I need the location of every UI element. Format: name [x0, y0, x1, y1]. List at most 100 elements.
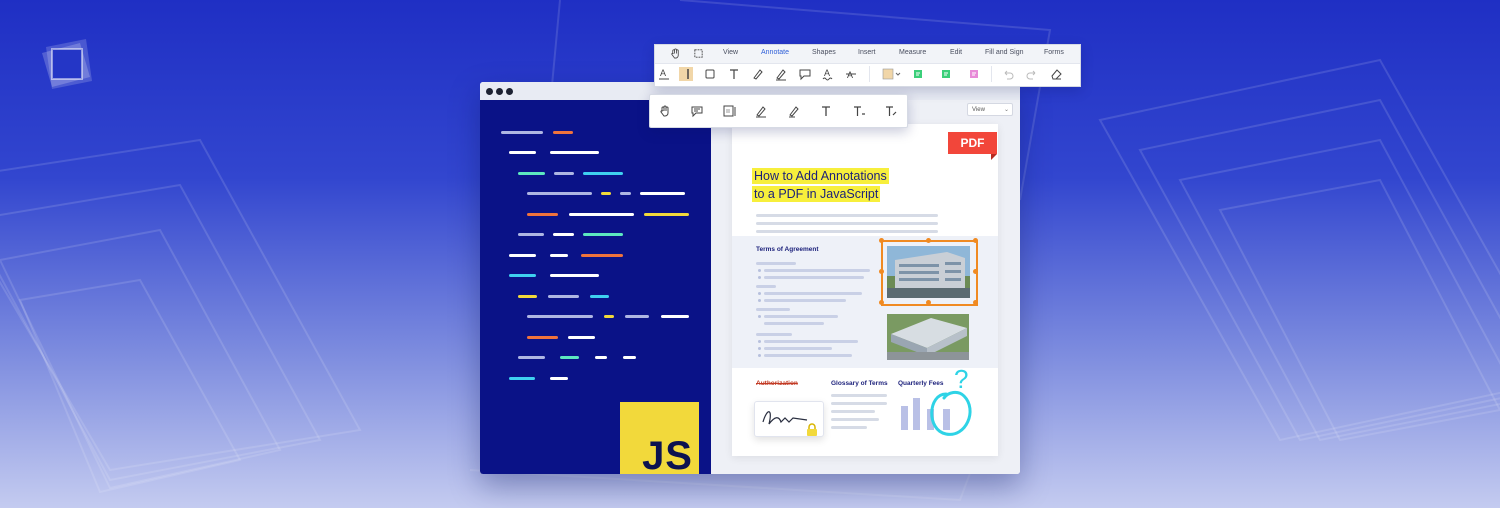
tab-shapes[interactable]: Shapes: [812, 49, 836, 56]
window-dot-icon[interactable]: [486, 88, 493, 95]
code-line: [640, 192, 685, 195]
sticky-note-green-2-icon[interactable]: [939, 67, 953, 81]
toolbar-divider: [991, 66, 992, 82]
highlight-icon[interactable]: [679, 67, 693, 81]
text-icon[interactable]: [727, 67, 741, 81]
tab-measure[interactable]: Measure: [899, 49, 926, 56]
tab-edit[interactable]: Edit: [950, 49, 962, 56]
text-line: [756, 285, 776, 288]
window-dot-icon[interactable]: [496, 88, 503, 95]
text-line: [831, 418, 879, 421]
free-highlight-icon[interactable]: [774, 67, 788, 81]
resize-handle[interactable]: [973, 269, 978, 274]
resize-handle[interactable]: [973, 238, 978, 243]
toolbar-tabs: View Annotate Shapes Insert Measure Edit…: [655, 45, 1080, 64]
code-line: [553, 233, 574, 236]
annotation-toolbar: View Annotate Shapes Insert Measure Edit…: [654, 44, 1081, 87]
code-line: [590, 295, 609, 298]
code-line: [569, 213, 634, 216]
code-line: [548, 295, 579, 298]
pan-icon[interactable]: [670, 48, 681, 59]
bullet: [758, 315, 761, 318]
resize-handle[interactable]: [879, 238, 884, 243]
code-line: [581, 254, 623, 257]
text-line: [831, 410, 875, 413]
authorization-label: Authorization: [756, 380, 798, 387]
pan-icon[interactable]: [658, 104, 672, 118]
text-line: [756, 222, 938, 225]
redo-icon[interactable]: [1025, 67, 1039, 81]
pen-icon[interactable]: [754, 104, 768, 118]
highlighter-icon[interactable]: [787, 104, 801, 118]
document-title-line-2[interactable]: to a PDF in JavaScript: [752, 186, 881, 202]
text-line: [764, 322, 824, 325]
pdf-badge: PDF: [948, 132, 997, 160]
select-icon[interactable]: [693, 48, 704, 59]
code-line: [568, 336, 595, 339]
text-line: [831, 394, 887, 397]
text-edit-icon[interactable]: [884, 104, 898, 118]
code-line: [501, 131, 543, 134]
text-subscript-icon[interactable]: [852, 104, 866, 118]
resize-handle[interactable]: [926, 238, 931, 243]
circle-annotation[interactable]: [930, 390, 972, 436]
text-line: [764, 354, 852, 357]
code-line: [509, 274, 536, 277]
code-line: [554, 172, 574, 175]
text-line: [831, 402, 887, 405]
code-line: [644, 213, 689, 216]
view-dropdown[interactable]: View ⌄: [967, 103, 1013, 116]
view-dropdown-value: View: [972, 107, 985, 113]
document-title-line-1[interactable]: How to Add Annotations: [752, 168, 889, 184]
tab-annotate[interactable]: Annotate: [761, 49, 789, 56]
window-dot-icon[interactable]: [506, 88, 513, 95]
code-line: [583, 233, 623, 236]
strikeout-text-icon[interactable]: A: [844, 67, 858, 81]
code-line: [518, 356, 545, 359]
code-line: [620, 192, 631, 195]
comment-icon[interactable]: [690, 104, 704, 118]
rectangle-icon[interactable]: [703, 67, 717, 81]
text-line: [764, 276, 864, 279]
free-hand-icon[interactable]: [751, 67, 765, 81]
text-line: [756, 308, 790, 311]
code-line: [623, 356, 636, 359]
free-text-icon[interactable]: [819, 104, 833, 118]
code-line: [550, 274, 599, 277]
brand-logo: [42, 39, 92, 89]
code-line: [518, 233, 544, 236]
eraser-icon[interactable]: [1049, 67, 1063, 81]
note-icon[interactable]: [722, 104, 736, 118]
chart-bar: [913, 398, 920, 430]
terms-title: Terms of Agreement: [756, 246, 819, 253]
resize-handle[interactable]: [973, 300, 978, 305]
aerial-building-photo[interactable]: [887, 314, 969, 360]
pdf-viewer: View ⌄ PDF How to Add Annotations to a P…: [711, 100, 1020, 474]
code-line: [601, 192, 611, 195]
bullet: [758, 340, 761, 343]
tab-insert[interactable]: Insert: [858, 49, 876, 56]
text-line: [756, 262, 796, 265]
javascript-logo: JS: [620, 402, 699, 474]
code-line: [518, 295, 537, 298]
resize-handle[interactable]: [926, 300, 931, 305]
squiggly-text-icon[interactable]: A: [821, 67, 835, 81]
comment-icon[interactable]: [798, 67, 812, 81]
color-swatch-icon[interactable]: [881, 67, 903, 81]
code-line: [527, 315, 593, 318]
annotation-subtoolbar: [649, 94, 908, 128]
question-mark-annotation[interactable]: ?: [954, 364, 968, 394]
underline-text-icon[interactable]: A: [657, 67, 671, 81]
terms-section: Terms of Agreement: [732, 236, 998, 368]
building-photo[interactable]: [887, 246, 970, 298]
code-line: [509, 377, 535, 380]
undo-icon[interactable]: [1001, 67, 1015, 81]
tab-view[interactable]: View: [723, 49, 738, 56]
tab-fill-and-sign[interactable]: Fill and Sign: [985, 49, 1024, 56]
sticky-note-pink-icon[interactable]: [967, 67, 981, 81]
resize-handle[interactable]: [879, 269, 884, 274]
code-line: [595, 356, 607, 359]
tab-forms[interactable]: Forms: [1044, 49, 1064, 56]
resize-handle[interactable]: [879, 300, 884, 305]
sticky-note-green-icon[interactable]: [911, 67, 925, 81]
